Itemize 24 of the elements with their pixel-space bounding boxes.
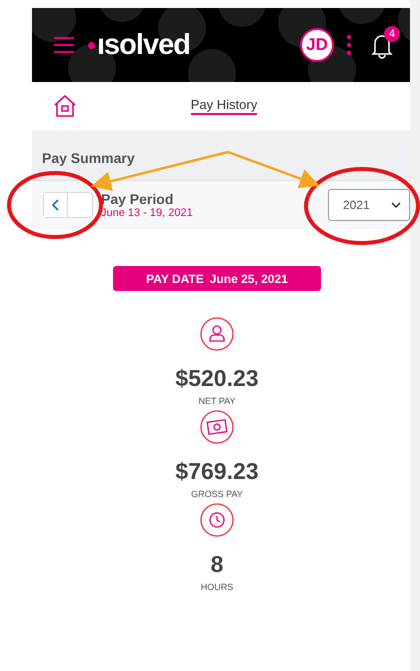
logo-dot-icon — [88, 42, 95, 48]
metric-label: NET PAY — [198, 396, 236, 406]
metric-label: GROSS PAY — [191, 489, 243, 499]
section-title: Pay Summary — [41, 150, 136, 166]
pay-history-tab[interactable]: Pay History — [190, 97, 258, 115]
person-icon — [200, 317, 234, 351]
metric-value: 8 — [210, 551, 224, 578]
previous-button[interactable] — [44, 193, 68, 217]
chevron-left-icon — [52, 199, 60, 211]
home-icon[interactable] — [52, 94, 78, 118]
metric-label: HOURS — [200, 582, 234, 592]
year-select[interactable]: 2021 — [328, 189, 410, 221]
pay-period-label: Pay Period — [101, 191, 174, 207]
metric-value: $520.23 — [175, 365, 259, 392]
banknote-icon — [200, 410, 234, 444]
more-icon[interactable] — [346, 34, 352, 56]
notification-badge: 4 — [384, 26, 400, 42]
chevron-down-icon — [391, 202, 401, 208]
pay-period-dates: June 13 - 19, 2021 — [101, 207, 193, 219]
logo: ısolved — [97, 28, 190, 62]
pay-date-banner: PAY DATE June 25, 2021 — [113, 266, 321, 291]
menu-icon[interactable] — [52, 35, 76, 55]
metric-value: $769.23 — [175, 458, 259, 485]
clock-icon — [200, 503, 234, 537]
